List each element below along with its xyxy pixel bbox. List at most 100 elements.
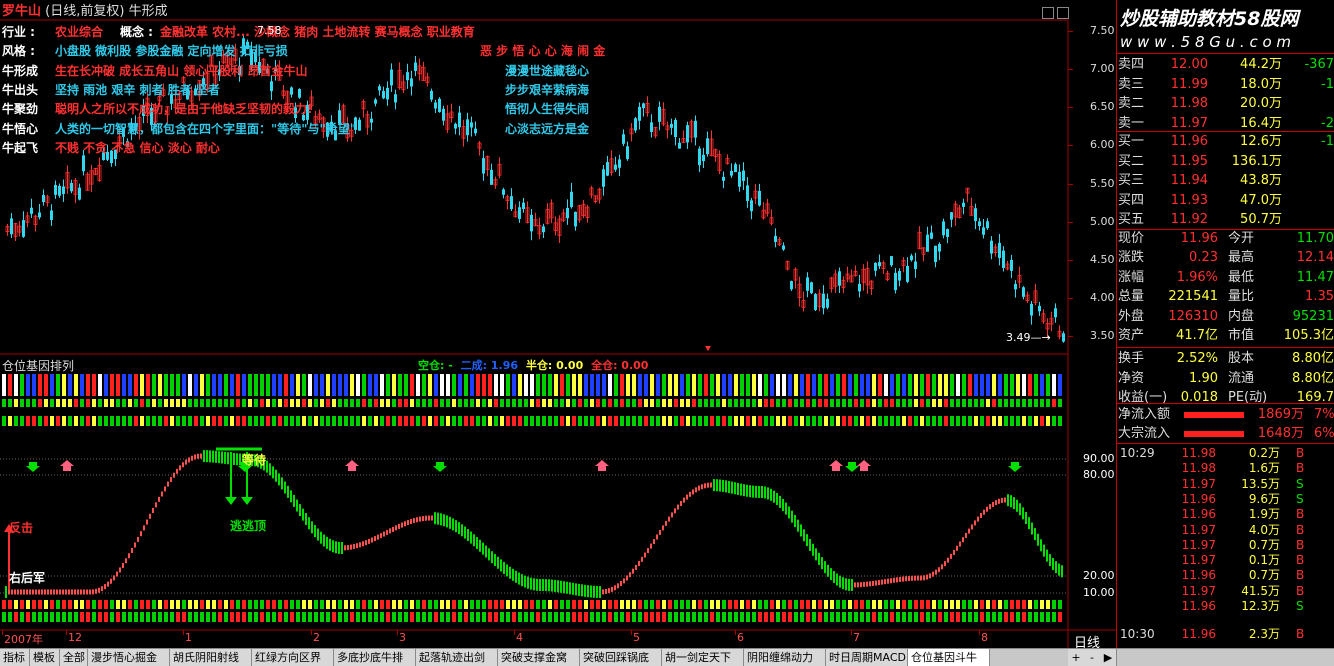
- tab-item[interactable]: 时日周期MACD: [826, 649, 908, 666]
- wave-segment: [602, 589, 604, 595]
- gene-bar: [1052, 612, 1056, 622]
- gene-bar: [416, 399, 420, 407]
- wave-segment: [497, 556, 499, 569]
- wave-segment: [440, 513, 442, 526]
- gene-bar: [200, 399, 204, 407]
- gene-bar: [1022, 374, 1026, 396]
- tab-item[interactable]: 全部: [60, 649, 88, 666]
- gene-bar: [446, 612, 450, 622]
- gene-bar: [644, 416, 648, 426]
- tab-item[interactable]: 起落轨迹出剑: [416, 649, 498, 666]
- candle-body: [982, 227, 985, 235]
- gene-bar: [716, 612, 720, 622]
- gene-bar: [956, 374, 960, 396]
- candle-body: [894, 272, 897, 291]
- tab-item[interactable]: 红绿方向区界: [252, 649, 334, 666]
- tick-side: B: [1296, 522, 1305, 537]
- gene-bar: [872, 374, 876, 396]
- gene-bar: [1058, 374, 1062, 396]
- gene-bar: [992, 399, 996, 407]
- gene-bar: [848, 399, 852, 407]
- wave-segment: [137, 536, 139, 542]
- candle-body: [634, 118, 637, 131]
- gene-bar: [98, 399, 102, 407]
- tab-item[interactable]: 漫步悟心掘金: [88, 649, 170, 666]
- tab-nav-button[interactable]: ▶: [1100, 649, 1117, 666]
- gene-bar: [86, 600, 90, 609]
- wave-segment: [800, 524, 802, 537]
- tab-item[interactable]: 突破回踩锅底: [580, 649, 662, 666]
- tab-item[interactable]: 胡一剑定天下: [662, 649, 744, 666]
- gene-bar: [812, 399, 816, 407]
- gene-bar: [248, 416, 252, 426]
- gene-bar: [788, 416, 792, 426]
- tab-item[interactable]: 多底抄底牛排: [334, 649, 416, 666]
- gene-bar: [374, 399, 378, 407]
- wave-segment: [704, 483, 706, 489]
- gene-bar: [242, 416, 246, 426]
- gene-bar: [938, 416, 942, 426]
- wave-segment: [701, 484, 703, 490]
- wave-segment: [788, 506, 790, 519]
- stat-row: 换手 2.52% 股本 8.80亿: [1118, 349, 1334, 368]
- tab-item[interactable]: 胡氏阴阳射线: [170, 649, 252, 666]
- wave-segment: [209, 450, 211, 463]
- gene-bar: [530, 600, 534, 609]
- gene-bar: [86, 416, 90, 426]
- wave-segment: [605, 588, 607, 594]
- gene-bar: [254, 600, 258, 609]
- candle-body: [974, 208, 977, 222]
- wave-segment: [125, 558, 127, 564]
- price-label: 5.00: [1090, 214, 1115, 228]
- tab-item[interactable]: 突破支撑金窝: [498, 649, 580, 666]
- tab-item[interactable]: 阴阳缠绵动力: [744, 649, 826, 666]
- wave-segment: [896, 577, 898, 583]
- gene-bar: [92, 374, 96, 396]
- candle-body: [962, 202, 965, 207]
- tab-item[interactable]: 模板: [30, 649, 60, 666]
- gene-bar: [524, 416, 528, 426]
- gene-bar: [662, 416, 666, 426]
- watermark-title: 炒股辅助教材58股网: [1120, 8, 1299, 30]
- gene-bar: [434, 416, 438, 426]
- wave-segment: [1004, 497, 1006, 503]
- wave-segment: [227, 452, 229, 465]
- sell-quote-row-cell: 11.98: [1170, 96, 1208, 111]
- wave-segment: [1061, 565, 1063, 578]
- gene-bar: [788, 600, 792, 609]
- candle-body: [470, 122, 473, 128]
- gene-bar: [152, 600, 156, 609]
- gene-bar: [494, 399, 498, 407]
- gene-bar: [152, 399, 156, 407]
- price-label: 6.00: [1090, 138, 1115, 152]
- gene-bar: [896, 600, 900, 609]
- info-row-text: 农业综合: [55, 25, 104, 39]
- gene-bar: [206, 399, 210, 407]
- gene-bar: [482, 374, 486, 396]
- wave-segment: [467, 529, 469, 542]
- gene-bar: [782, 416, 786, 426]
- candle-body: [942, 221, 945, 236]
- tab-item[interactable]: 指标: [0, 649, 30, 666]
- stat-row-cell: 0.23: [1189, 250, 1218, 266]
- wave-segment: [644, 552, 646, 558]
- wave-segment: [404, 521, 406, 527]
- gene-bar: [566, 600, 570, 609]
- gene-bar: [350, 416, 354, 426]
- gene-bar: [182, 416, 186, 426]
- tab-nav-button[interactable]: +: [1068, 649, 1085, 666]
- gene-bar: [992, 612, 996, 622]
- gene-bar: [398, 416, 402, 426]
- gene-bar: [338, 399, 342, 407]
- date-tick: [851, 630, 852, 635]
- tab-nav-button[interactable]: -: [1084, 649, 1101, 666]
- wave-segment: [131, 547, 133, 553]
- tab-item[interactable]: 仓位基因斗牛: [908, 649, 990, 666]
- date-label: 3: [399, 631, 406, 644]
- gene-bar: [104, 612, 108, 622]
- price-tick: [1068, 107, 1073, 109]
- gene-bar: [980, 399, 984, 407]
- gene-bar: [26, 416, 30, 426]
- wave-segment: [53, 589, 55, 595]
- gene-bar: [986, 374, 990, 396]
